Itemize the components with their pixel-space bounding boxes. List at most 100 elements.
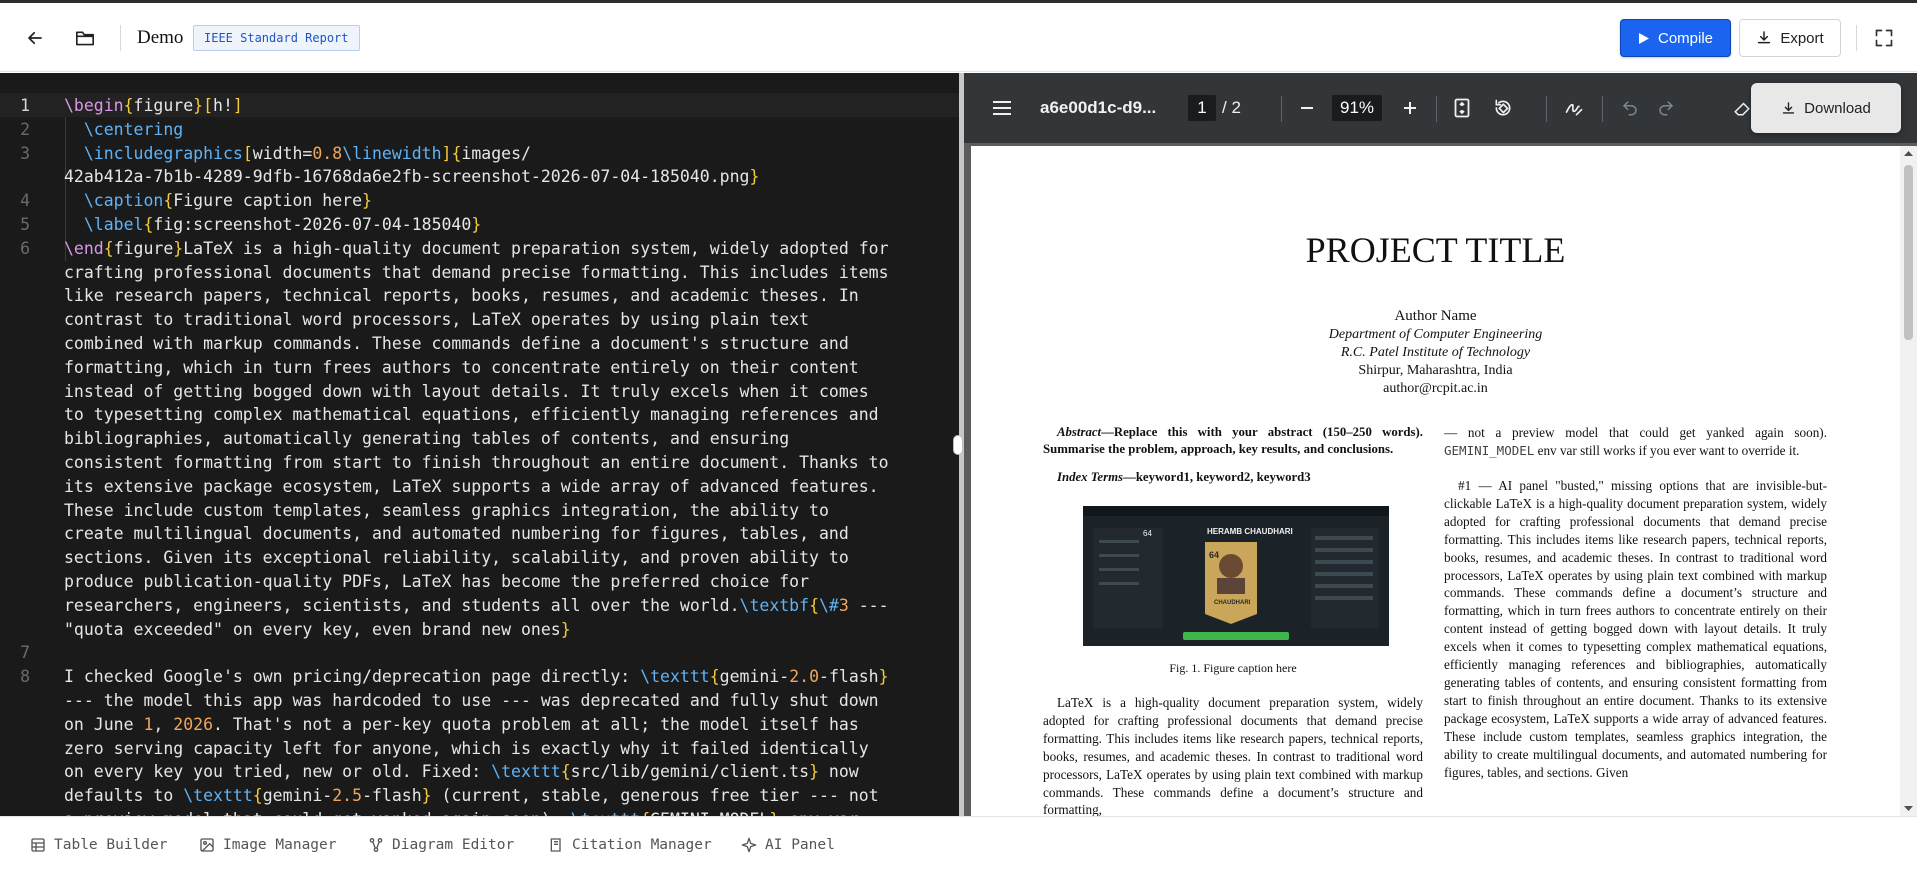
image-icon	[200, 838, 214, 852]
menu-icon	[993, 101, 1011, 115]
code-line[interactable]: 4 \caption{Figure caption here}	[0, 189, 959, 213]
zoom-in-button[interactable]	[1398, 96, 1422, 120]
compile-button[interactable]: Compile	[1620, 19, 1731, 57]
player-card-illustration: HERAMB CHAUDHARI 64 64 CHAUDHARI	[1083, 506, 1389, 646]
code-token: consistent formatting from start to fini…	[64, 453, 889, 472]
code-line[interactable]: on every key you tried, new or old. Fixe…	[0, 760, 959, 784]
template-badge: IEEE Standard Report	[193, 25, 360, 51]
code-token: figure	[113, 238, 174, 258]
annotate-button[interactable]	[1562, 96, 1586, 120]
play-icon	[1638, 32, 1649, 44]
code-text: consistent formatting from start to fini…	[64, 451, 889, 475]
export-button[interactable]: Export	[1739, 19, 1841, 57]
code-line[interactable]: 6 \end{figure}LaTeX is a high-quality doc…	[0, 237, 959, 261]
code-line[interactable]: 3 \includegraphics[width=0.8\linewidth]{…	[0, 142, 959, 166]
pdf-filename: a6e00d1c-d9...	[1040, 98, 1157, 117]
code-line[interactable]: produce publication-quality PDFs, LaTeX …	[0, 570, 959, 594]
paper-author: Author Name	[1394, 308, 1477, 324]
right-intro-post: env var still works if you ever want to …	[1534, 442, 1800, 458]
code-line[interactable]: contrast to traditional word processors,…	[0, 308, 959, 332]
code-token: (current, stable, generous free tier ---…	[431, 786, 879, 806]
code-line[interactable]: 2 \centering	[0, 118, 959, 142]
code-text: produce publication-quality PDFs, LaTeX …	[64, 570, 809, 594]
code-line[interactable]: consistent formatting from start to fini…	[0, 451, 959, 475]
code-line[interactable]: to typesetting complex mathematical equa…	[0, 403, 959, 427]
code-line[interactable]: 5 \label{fig:screenshot-2026-07-04-18504…	[0, 213, 959, 237]
scroll-up-icon	[1904, 151, 1913, 156]
code-line[interactable]: 8 I checked Google's own pricing/deprecat…	[0, 665, 959, 689]
line-number: 3	[20, 143, 30, 163]
code-text: sections. Given its exceptional reliabil…	[64, 546, 849, 570]
minus-icon	[1301, 107, 1313, 109]
page-number-input[interactable]: 1	[1188, 95, 1216, 121]
code-token: -flash	[362, 786, 422, 806]
code-line[interactable]: sections. Given its exceptional reliabil…	[0, 546, 959, 570]
code-editor[interactable]: 1 \begin{figure}[h!] 2 \centering 3 \includ…	[0, 73, 959, 816]
pdf-menu-button[interactable]	[990, 96, 1014, 120]
download-button[interactable]: Download	[1751, 83, 1901, 133]
index-terms-text: —keyword1, keyword2, keyword3	[1123, 470, 1311, 484]
tab-citation-manager[interactable]: Citation Manager	[548, 834, 712, 856]
code-line[interactable]: crafting professional documents that dem…	[0, 261, 959, 285]
code-line[interactable]: defaults to \texttt{gemini-2.5-flash} (c…	[0, 784, 959, 808]
code-line[interactable]: combined with markup commands. These com…	[0, 332, 959, 356]
code-token: its extensive package ecosystem, LaTeX s…	[64, 476, 879, 496]
code-token: src/lib/gemini/client.ts	[570, 762, 810, 782]
fit-page-button[interactable]	[1450, 96, 1474, 120]
code-token: create multilingual documents, and autom…	[64, 524, 849, 544]
code-line[interactable]: like research papers, technical reports,…	[0, 284, 959, 308]
code-line[interactable]: researchers, engineers, scientists, and …	[0, 594, 959, 618]
zoom-level-input[interactable]: 91%	[1332, 95, 1382, 121]
open-folder-button[interactable]	[72, 25, 98, 51]
code-text: "quota exceeded" on every key, even bran…	[64, 618, 571, 642]
code-token: {	[252, 786, 263, 806]
code-line[interactable]: 42ab412a-7b1b-4289-9dfb-16768da6e2fb-scr…	[0, 165, 959, 189]
code-line[interactable]: zero serving capacity left for anyone, w…	[0, 737, 959, 761]
code-token: "quota exceeded" on every key, even bran…	[64, 619, 561, 639]
tab-image-manager[interactable]: Image Manager	[199, 834, 337, 856]
diagram-icon	[369, 838, 383, 852]
code-token: {	[143, 215, 154, 234]
pdf-scrollbar-thumb[interactable]	[1904, 165, 1913, 340]
code-token: on every key you tried, new or old. Fixe…	[64, 762, 492, 782]
fullscreen-icon	[1875, 29, 1893, 47]
eraser-icon	[1734, 102, 1750, 116]
undo-button[interactable]	[1618, 96, 1642, 120]
document-title[interactable]: Demo	[137, 27, 183, 49]
pdf-viewer: a6e00d1c-d9... 1 / 2 91% Download PROJEC…	[964, 73, 1917, 816]
back-button[interactable]	[22, 25, 48, 51]
code-line[interactable]: 1 \begin{figure}[h!]	[0, 94, 959, 118]
code-token: width=	[252, 143, 313, 163]
code-token: produce publication-quality PDFs, LaTeX …	[64, 572, 810, 591]
tab-label: Table Builder	[54, 837, 168, 853]
code-text: \label{fig:screenshot-2026-07-04-185040}	[64, 213, 481, 237]
code-line[interactable]: 7	[0, 641, 959, 665]
code-token: 2.0	[789, 667, 820, 687]
rotate-button[interactable]	[1491, 96, 1515, 120]
code-line[interactable]: --- the model this app was hardcoded to …	[0, 689, 959, 713]
code-line[interactable]: instead of getting bogged down with layo…	[0, 380, 959, 404]
code-line[interactable]: on June 1, 2026. That's not a per-key qu…	[0, 713, 959, 737]
redo-icon	[1659, 101, 1674, 116]
line-number: 2	[20, 119, 30, 139]
zoom-out-button[interactable]	[1295, 96, 1319, 120]
fullscreen-button[interactable]	[1873, 27, 1895, 49]
tab-ai-panel[interactable]: AI Panel	[741, 834, 835, 856]
left-body-text: LaTeX is a high-quality document prepara…	[1043, 695, 1423, 816]
code-token: ,	[153, 714, 174, 734]
code-line[interactable]: These include custom templates, seamless…	[0, 499, 959, 523]
arrow-left-icon	[28, 31, 42, 45]
figure-card-rating: 64	[1209, 550, 1219, 560]
code-line[interactable]: bibliographies, automatically generating…	[0, 427, 959, 451]
tab-diagram-editor[interactable]: Diagram Editor	[368, 834, 514, 856]
code-line[interactable]: formatting, which in turn frees authors …	[0, 356, 959, 380]
code-line[interactable]: create multilingual documents, and autom…	[0, 522, 959, 546]
redo-button[interactable]	[1654, 96, 1678, 120]
code-line[interactable]: a preview model that could get yanked ag…	[0, 808, 959, 816]
code-line[interactable]: its extensive package ecosystem, LaTeX s…	[0, 475, 959, 499]
splitter-handle[interactable]	[953, 435, 963, 455]
code-line[interactable]: "quota exceeded" on every key, even bran…	[0, 618, 959, 642]
tab-table-builder[interactable]: Table Builder	[30, 834, 168, 856]
